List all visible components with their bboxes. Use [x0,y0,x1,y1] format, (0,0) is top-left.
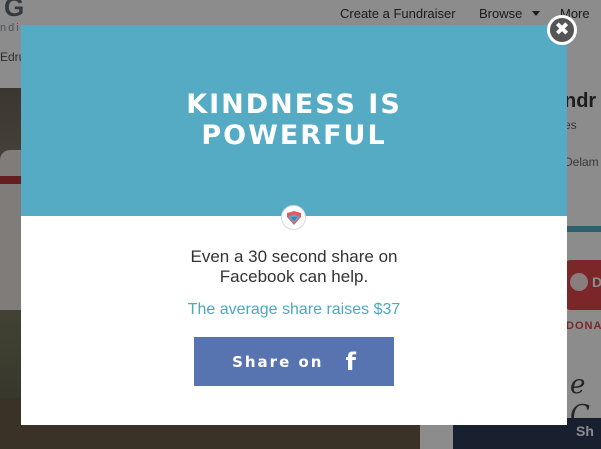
modal-header: KINDNESS IS POWERFUL [21,25,567,216]
average-share-stat: The average share raises $37 [187,301,401,318]
facebook-icon: f [345,347,356,376]
share-button-label: Share on [232,352,324,371]
close-button[interactable]: ✖ [547,15,577,45]
close-icon: ✖ [554,19,570,40]
modal-title: KINDNESS IS POWERFUL [186,89,402,151]
heart-shield-icon [281,205,306,230]
heart-shield-icon-graphic [286,210,301,225]
share-on-facebook-button[interactable]: Share on f [194,337,394,386]
share-modal: KINDNESS IS POWERFUL Even a 30 second sh… [21,25,567,425]
modal-message: Even a 30 second share on Facebook can h… [190,247,398,286]
